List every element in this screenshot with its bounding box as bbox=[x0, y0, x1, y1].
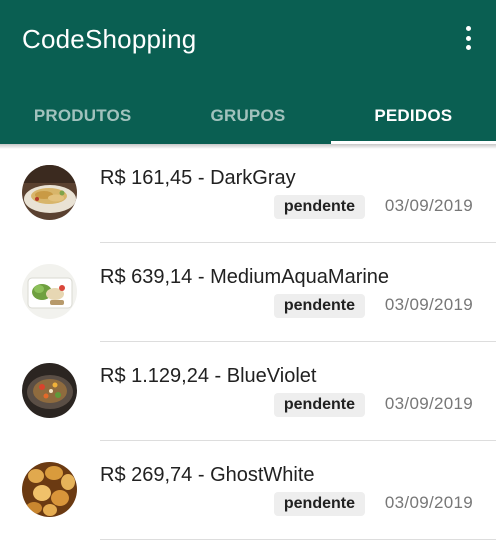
orders-list: R$ 161,45 - DarkGray pendente 03/09/2019… bbox=[0, 144, 496, 540]
status-badge: pendente bbox=[273, 294, 365, 318]
order-date: 03/09/2019 bbox=[384, 295, 473, 314]
status-badge: pendente bbox=[273, 195, 365, 219]
order-title: R$ 269,74 - GhostWhite bbox=[100, 464, 315, 486]
status-badge: pendente bbox=[273, 393, 365, 417]
food-dish-photo-icon bbox=[22, 165, 77, 220]
tab-bar: PRODUTOS GRUPOS PEDIDOS bbox=[0, 88, 496, 144]
order-title: R$ 639,14 - MediumAquaMarine bbox=[100, 266, 390, 288]
potatoes-photo-icon bbox=[22, 462, 77, 517]
list-item[interactable]: R$ 1.129,24 - BlueViolet pendente 03/09/… bbox=[0, 342, 496, 441]
order-title: R$ 161,45 - DarkGray bbox=[100, 167, 296, 189]
list-item[interactable]: R$ 269,74 - GhostWhite pendente 03/09/20… bbox=[0, 441, 496, 540]
order-date: 03/09/2019 bbox=[384, 394, 473, 413]
salad-photo-icon bbox=[22, 264, 77, 319]
app-title: CodeShopping bbox=[22, 24, 197, 54]
divider bbox=[100, 539, 496, 540]
tab-pedidos[interactable]: PEDIDOS bbox=[330, 88, 496, 144]
order-date: 03/09/2019 bbox=[384, 493, 473, 512]
tab-produtos[interactable]: PRODUTOS bbox=[0, 88, 165, 144]
list-item[interactable]: R$ 639,14 - MediumAquaMarine pendente 03… bbox=[0, 243, 496, 342]
status-badge: pendente bbox=[273, 492, 365, 516]
tab-grupos[interactable]: GRUPOS bbox=[165, 88, 330, 144]
order-title: R$ 1.129,24 - BlueViolet bbox=[100, 365, 317, 387]
order-date: 03/09/2019 bbox=[384, 196, 473, 215]
app-bar: CodeShopping PRODUTOS GRUPOS PEDIDOS bbox=[0, 0, 496, 144]
list-item[interactable]: R$ 161,45 - DarkGray pendente 03/09/2019 bbox=[0, 144, 496, 243]
more-options-icon[interactable] bbox=[456, 24, 480, 52]
stir-fry-photo-icon bbox=[22, 363, 77, 418]
